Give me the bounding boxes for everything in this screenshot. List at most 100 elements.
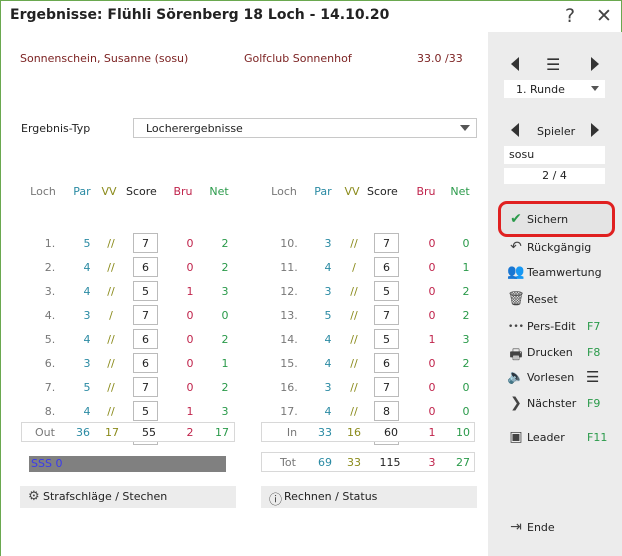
trash-icon: 🗑: [507, 291, 525, 307]
check-icon: ✔: [510, 211, 522, 227]
ende-button[interactable]: ⇥ Ende: [507, 519, 587, 537]
rechnen-button[interactable]: ⓘ Rechnen / Status: [261, 486, 477, 508]
in-net: 10: [456, 426, 470, 439]
out-par: 36: [76, 426, 90, 439]
spieler-label: Spieler: [537, 125, 576, 138]
net-cell: 2: [221, 381, 229, 394]
score-input[interactable]: 5: [133, 281, 158, 301]
vv-cell: //: [350, 333, 358, 346]
vv-cell: //: [107, 357, 115, 370]
action-label: Ende: [527, 521, 555, 534]
action-label: Sichern: [527, 213, 569, 226]
vv-cell: //: [107, 261, 115, 274]
score-input[interactable]: 6: [374, 257, 399, 277]
loch-cell: 16.: [280, 381, 298, 394]
col-score: Score: [126, 185, 157, 198]
loch-cell: 4.: [44, 309, 56, 322]
bru-cell: 1: [186, 405, 194, 418]
reset-button[interactable]: 🗑 Reset: [507, 291, 587, 309]
score-input[interactable]: 6: [133, 353, 158, 373]
vv-cell: //: [107, 405, 115, 418]
rechnen-label: Rechnen / Status: [284, 490, 378, 503]
net-cell: 0: [221, 309, 229, 322]
strafschlaege-label: Strafschläge / Stechen: [43, 490, 168, 503]
shortcut-key: F11: [587, 431, 608, 444]
out-bru: 2: [186, 426, 194, 439]
next-round-icon[interactable]: [591, 57, 599, 71]
vv-cell: //: [350, 309, 358, 322]
tot-vv: 33: [347, 456, 361, 469]
score-input[interactable]: 8: [374, 401, 399, 421]
net-cell: 2: [462, 285, 470, 298]
loch-cell: 8.: [44, 405, 56, 418]
score-input[interactable]: 6: [133, 329, 158, 349]
score-input[interactable]: 7: [374, 305, 399, 325]
action-label: Leader: [527, 431, 565, 444]
prev-player-icon[interactable]: [511, 123, 519, 137]
bru-cell: 0: [428, 381, 436, 394]
pers-edit-button[interactable]: ••• Pers-Edit: [507, 320, 587, 336]
bru-cell: 0: [428, 309, 436, 322]
vv-cell: /: [352, 261, 356, 274]
action-label: Drucken: [527, 346, 573, 359]
next-player-icon[interactable]: [591, 123, 599, 137]
chevron-down-icon: [460, 125, 470, 131]
rückgängig-button[interactable]: ↶ Rückgängig: [507, 239, 591, 257]
score-input[interactable]: 7: [374, 233, 399, 253]
net-cell: 0: [462, 381, 470, 394]
vv-cell: //: [350, 357, 358, 370]
runde-select[interactable]: 1. Runde: [504, 80, 605, 98]
score-input[interactable]: 5: [374, 281, 399, 301]
net-cell: 2: [221, 333, 229, 346]
strafschlaege-button[interactable]: ⚙ Strafschläge / Stechen: [20, 486, 236, 508]
action-label: Teamwertung: [527, 266, 602, 279]
vv-cell: //: [350, 381, 358, 394]
vv-cell: //: [107, 285, 115, 298]
menu-icon[interactable]: ☰: [546, 55, 560, 74]
bru-cell: 0: [186, 237, 194, 250]
vv-cell: /: [109, 309, 113, 322]
leader-button[interactable]: ▣ Leader: [507, 429, 587, 447]
loch-cell: 11.: [280, 261, 298, 274]
spieler-field[interactable]: sosu: [504, 146, 605, 164]
printer-icon: 🖶: [509, 347, 523, 363]
score-input[interactable]: 7: [133, 233, 158, 253]
bru-cell: 0: [428, 237, 436, 250]
loch-cell: 6.: [44, 357, 56, 370]
in-label: In: [286, 426, 298, 439]
score-input[interactable]: 6: [133, 257, 158, 277]
in-score: 60: [384, 426, 398, 439]
prev-round-icon[interactable]: [511, 57, 519, 71]
drucken-button[interactable]: 🖶 Drucken: [507, 346, 587, 363]
score-input[interactable]: 5: [374, 329, 399, 349]
sichern-button[interactable]: ✔ Sichern: [507, 211, 587, 229]
undo-icon: ↶: [510, 239, 522, 255]
help-button[interactable]: ?: [558, 4, 582, 28]
nächster-button[interactable]: ❯ Nächster: [507, 395, 587, 413]
teamwertung-button[interactable]: 👥 Teamwertung: [507, 264, 601, 282]
in-par: 33: [318, 426, 332, 439]
vv-cell: //: [107, 381, 115, 394]
main-panel: Sonnenschein, Susanne (sosu) Golfclub So…: [1, 32, 488, 556]
score-input[interactable]: 6: [374, 353, 399, 373]
score-input[interactable]: 7: [133, 305, 158, 325]
score-input[interactable]: 7: [133, 377, 158, 397]
loch-cell: 17.: [280, 405, 298, 418]
out-net: 17: [215, 426, 229, 439]
score-input[interactable]: 5: [133, 401, 158, 421]
sss-bar: SSS 0: [29, 456, 226, 472]
team-icon: 👥: [507, 264, 525, 280]
tot-bru: 3: [428, 456, 436, 469]
col-par: Par: [314, 185, 332, 198]
score-input[interactable]: 7: [374, 377, 399, 397]
bru-cell: 0: [428, 405, 436, 418]
bru-cell: 0: [186, 261, 194, 274]
close-button[interactable]: ✕: [592, 4, 616, 28]
exit-icon: ⇥: [510, 519, 522, 535]
col-bru: Bru: [416, 185, 436, 198]
net-cell: 2: [221, 237, 229, 250]
menu-icon[interactable]: ☰: [586, 368, 599, 386]
vorlesen-button[interactable]: 🔈 Vorlesen: [507, 369, 587, 387]
ergebnis-typ-select[interactable]: Locherergebnisse: [133, 118, 477, 138]
loch-cell: 12.: [280, 285, 298, 298]
